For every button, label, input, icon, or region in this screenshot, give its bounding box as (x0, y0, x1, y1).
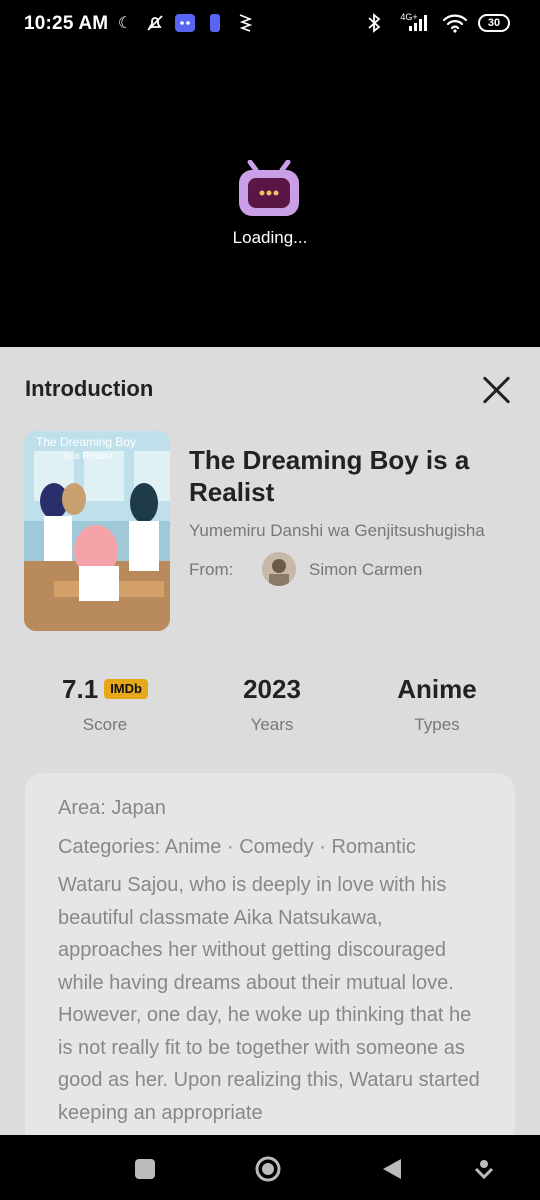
info-card: Area: Japan Categories: Anime · Comedy ·… (25, 773, 515, 1135)
status-bar: 10:25 AM ☾ 4G+ 30 (0, 0, 540, 50)
system-nav-bar (0, 1135, 540, 1200)
status-time: 10:25 AM (24, 13, 109, 34)
types-value: Anime (397, 674, 477, 704)
status-left-icons: ☾ (115, 12, 255, 34)
notification-icon (235, 12, 255, 34)
app-icon (205, 12, 225, 34)
show-alt-title: Yumemiru Danshi wa Genjitsushugisha (189, 521, 485, 540)
down-arrow-icon[interactable] (470, 1155, 498, 1183)
signal-icon: 4G+ (394, 12, 432, 34)
from-label: From: (189, 560, 234, 579)
imdb-badge: IMDb (104, 679, 148, 699)
types-label: Types (414, 715, 460, 734)
area-text: Area: Japan (58, 797, 166, 819)
close-icon[interactable] (478, 371, 516, 409)
years-value: 2023 (243, 674, 301, 704)
description-text: Wataru Sajou, who is deeply in love with… (58, 874, 480, 1124)
back-button[interactable] (378, 1155, 406, 1183)
uploader-avatar[interactable] (262, 552, 296, 586)
stat-score: 7.1 IMDb Score (15, 672, 195, 735)
sheet-title: Introduction (25, 376, 154, 401)
show-title: The Dreaming Boy is a Realist (189, 445, 470, 507)
home-button[interactable] (254, 1155, 282, 1183)
discord-icon (175, 12, 195, 34)
bluetooth-icon (364, 12, 384, 34)
wifi-icon (442, 12, 468, 34)
stat-years: 2023 Years (182, 672, 362, 735)
moon-icon: ☾ (117, 15, 133, 32)
status-right-icons: 4G+ 30 (364, 12, 510, 34)
score-value: 7.1 (62, 674, 99, 704)
show-poster: The Dreaming Boy is a Realist (24, 431, 170, 631)
tv-mascot-icon (238, 159, 300, 216)
uploader-name[interactable]: Simon Carmen (309, 560, 422, 580)
stat-types: Anime Types (347, 672, 527, 735)
loading-text: Loading... (232, 228, 308, 247)
recents-button[interactable] (131, 1155, 159, 1183)
network-label: 4G+ (400, 12, 418, 22)
categories-text: Categories: Anime · Comedy · Romantic (58, 836, 416, 858)
introduction-sheet: Introduction The Dreaming Boy is a Reali… (0, 347, 540, 1135)
muted-bell-icon (145, 12, 165, 34)
video-player[interactable]: Loading... (0, 50, 540, 347)
years-label: Years (250, 715, 294, 734)
poster-title-line2: is a Realist (64, 451, 113, 462)
battery-indicator: 30 (478, 14, 510, 32)
stats-row: 7.1 IMDb Score 2023 Years Anime Types (0, 672, 540, 742)
score-label: Score (82, 715, 128, 734)
poster-title-line1: The Dreaming Boy (36, 435, 136, 449)
